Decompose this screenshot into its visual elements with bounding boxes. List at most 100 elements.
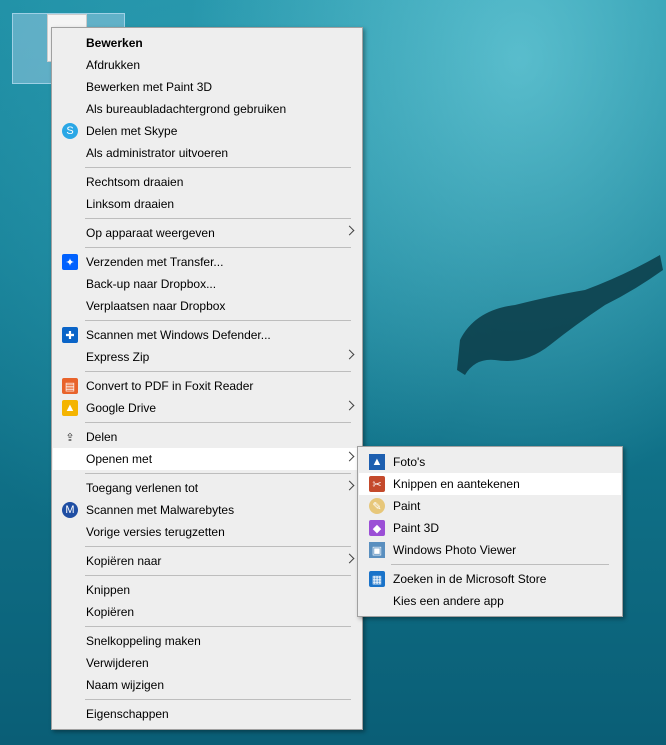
menu-item-label: Scannen met Malwarebytes [86,503,235,517]
diver-silhouette [457,255,663,375]
menu-item-label: Back-up naar Dropbox... [86,277,217,291]
menu-item-foto-s[interactable]: ▲ Foto's [359,451,621,473]
menu-item-verwijderen[interactable]: Verwijderen [53,652,361,674]
paint-icon: ✎ [369,498,385,514]
chevron-right-icon [344,451,355,462]
menu-item-afdrukken[interactable]: Afdrukken [53,54,361,76]
menu-item-google-drive[interactable]: ▲ Google Drive [53,397,361,419]
menu-item-verzenden-met-transfer[interactable]: ✦ Verzenden met Transfer... [53,251,361,273]
menu-item-back-up-naar-dropbox[interactable]: Back-up naar Dropbox... [53,273,361,295]
menu-item-delen[interactable]: ⇪ Delen [53,426,361,448]
microsoft-store-icon: ▦ [369,571,385,587]
menu-separator [53,317,361,324]
menu-item-label: Delen [86,430,118,444]
chevron-right-icon [344,400,355,411]
photos-icon: ▲ [369,454,385,470]
context-menu: Bewerken Afdrukken Bewerken met Paint 3D Al… [51,27,363,730]
menu-item-rechtsom-draaien[interactable]: Rechtsom draaien [53,171,361,193]
menu-item-label: Verplaatsen naar Dropbox [86,299,226,313]
menu-item-label: Vorige versies terugzetten [86,525,225,539]
menu-item-knippen[interactable]: Knippen [53,579,361,601]
menu-item-eigenschappen[interactable]: Eigenschappen [53,703,361,725]
open-with-submenu: ▲ Foto's ✂ Knippen en aantekenen ✎ Paint ◆ Pain… [357,446,623,617]
menu-separator [53,470,361,477]
menu-item-label: Knippen [86,583,131,597]
menu-item-snelkoppeling-maken[interactable]: Snelkoppeling maken [53,630,361,652]
menu-separator [53,164,361,171]
menu-item-label: Bewerken [86,36,143,50]
google-drive-icon: ▲ [62,400,78,416]
menu-separator [53,572,361,579]
chevron-right-icon [344,480,355,491]
menu-item-label: Bewerken met Paint 3D [86,80,213,94]
chevron-right-icon [344,225,355,236]
menu-item-label: Toegang verlenen tot [86,481,199,495]
menu-item-vorige-versies-terugzetten[interactable]: Vorige versies terugzetten [53,521,361,543]
menu-item-label: Foto's [393,455,426,469]
menu-item-label: Kopiëren [86,605,135,619]
chevron-right-icon [344,553,355,564]
menu-item-label: Linksom draaien [86,197,175,211]
menu-item-paint-3d[interactable]: ◆ Paint 3D [359,517,621,539]
menu-item-openen-met[interactable]: Openen met [53,448,361,470]
menu-item-paint[interactable]: ✎ Paint [359,495,621,517]
menu-separator [53,244,361,251]
menu-item-label: Express Zip [86,350,150,364]
menu-item-knippen-en-aantekenen[interactable]: ✂ Knippen en aantekenen [359,473,621,495]
menu-item-label: Knippen en aantekenen [393,477,520,491]
menu-item-bewerken-met-paint-3d[interactable]: Bewerken met Paint 3D [53,76,361,98]
menu-item-label: Als bureaubladachtergrond gebruiken [86,102,287,116]
menu-item-windows-photo-viewer[interactable]: ▣ Windows Photo Viewer [359,539,621,561]
menu-item-label: Afdrukken [86,58,141,72]
menu-item-label: Openen met [86,452,153,466]
menu-separator [53,368,361,375]
menu-separator [53,696,361,703]
menu-item-scannen-met-malwarebytes[interactable]: M Scannen met Malwarebytes [53,499,361,521]
menu-item-label: Delen met Skype [86,124,178,138]
menu-item-label: Kies een andere app [393,594,504,608]
menu-item-label: Op apparaat weergeven [86,226,215,240]
menu-item-naam-wijzigen[interactable]: Naam wijzigen [53,674,361,696]
menu-item-toegang-verlenen-tot[interactable]: Toegang verlenen tot [53,477,361,499]
menu-item-kopi-ren-naar[interactable]: Kopiëren naar [53,550,361,572]
menu-item-label: Kopiëren naar [86,554,162,568]
menu-item-label: Rechtsom draaien [86,175,184,189]
menu-item-label: Convert to PDF in Foxit Reader [86,379,254,393]
menu-item-label: Verwijderen [86,656,149,670]
menu-item-als-administrator-uitvoeren[interactable]: Als administrator uitvoeren [53,142,361,164]
menu-item-label: Naam wijzigen [86,678,165,692]
malwarebytes-icon: M [62,502,78,518]
chevron-right-icon [344,349,355,360]
dropbox-icon: ✦ [62,254,78,270]
skype-icon: S [62,123,78,139]
menu-item-kopi-ren[interactable]: Kopiëren [53,601,361,623]
menu-item-express-zip[interactable]: Express Zip [53,346,361,368]
menu-item-zoeken-in-de-microsoft-store[interactable]: ▦ Zoeken in de Microsoft Store [359,568,621,590]
menu-separator [53,419,361,426]
windows-defender-icon: ✚ [62,327,78,343]
menu-item-label: Verzenden met Transfer... [86,255,224,269]
menu-item-linksom-draaien[interactable]: Linksom draaien [53,193,361,215]
menu-item-label: Windows Photo Viewer [393,543,517,557]
share-icon: ⇪ [65,431,75,444]
menu-item-convert-to-pdf-in-foxit-reader[interactable]: ▤ Convert to PDF in Foxit Reader [53,375,361,397]
menu-item-label: Paint [393,499,421,513]
menu-separator [359,561,621,568]
foxit-pdf-icon: ▤ [62,378,78,394]
menu-item-scannen-met-windows-defender[interactable]: ✚ Scannen met Windows Defender... [53,324,361,346]
snip-sketch-icon: ✂ [369,476,385,492]
menu-item-label: Scannen met Windows Defender... [86,328,271,342]
menu-item-op-apparaat-weergeven[interactable]: Op apparaat weergeven [53,222,361,244]
menu-item-bewerken[interactable]: Bewerken [53,32,361,54]
menu-item-als-bureaubladachtergrond-gebruiken[interactable]: Als bureaubladachtergrond gebruiken [53,98,361,120]
menu-item-delen-met-skype[interactable]: S Delen met Skype [53,120,361,142]
menu-item-label: Als administrator uitvoeren [86,146,229,160]
photo-viewer-icon: ▣ [369,542,385,558]
menu-separator [53,623,361,630]
menu-item-kies-een-andere-app[interactable]: Kies een andere app [359,590,621,612]
menu-item-label: Zoeken in de Microsoft Store [393,572,547,586]
menu-item-verplaatsen-naar-dropbox[interactable]: Verplaatsen naar Dropbox [53,295,361,317]
paint-3d-icon: ◆ [369,520,385,536]
menu-item-label: Eigenschappen [86,707,169,721]
menu-separator [53,543,361,550]
